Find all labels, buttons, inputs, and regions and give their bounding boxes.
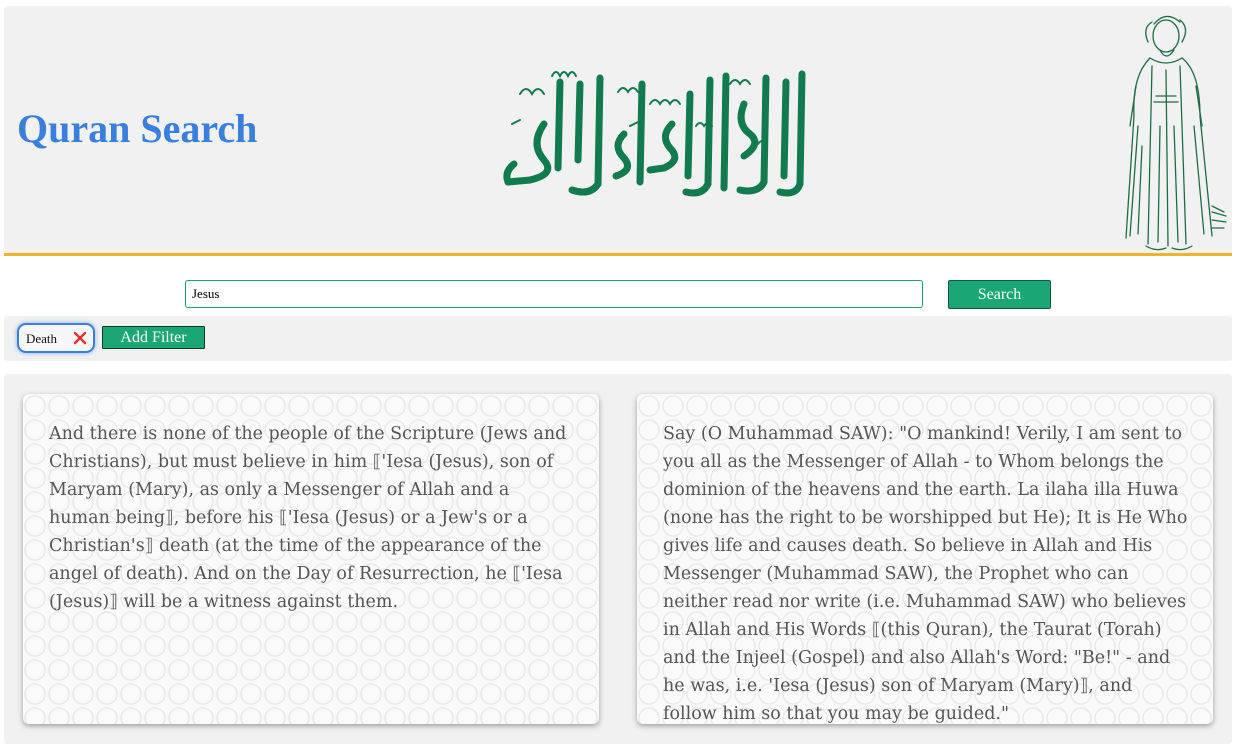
filter-bar: Death Add Filter: [4, 316, 1232, 361]
search-button[interactable]: Search: [948, 280, 1051, 309]
add-filter-button[interactable]: Add Filter: [102, 326, 205, 349]
shahada-calligraphy-icon: [503, 70, 806, 197]
result-text: Say (O Muhammad SAW): "O mankind! Verily…: [663, 424, 1188, 724]
page-title: Quran Search: [17, 106, 258, 151]
close-x-icon[interactable]: [72, 330, 88, 346]
search-input[interactable]: [185, 280, 923, 308]
search-row: Search: [0, 280, 1240, 310]
filter-chip-label: Death: [26, 331, 58, 346]
praying-man-illustration: [1125, 15, 1227, 251]
result-card: Say (O Muhammad SAW): "O mankind! Verily…: [637, 394, 1213, 724]
page-header: Quran Search: [4, 6, 1232, 256]
filter-chip-death[interactable]: Death: [17, 323, 95, 353]
result-text: And there is none of the people of the S…: [49, 424, 567, 612]
result-card: And there is none of the people of the S…: [23, 394, 599, 724]
results-panel: And there is none of the people of the S…: [4, 374, 1232, 744]
